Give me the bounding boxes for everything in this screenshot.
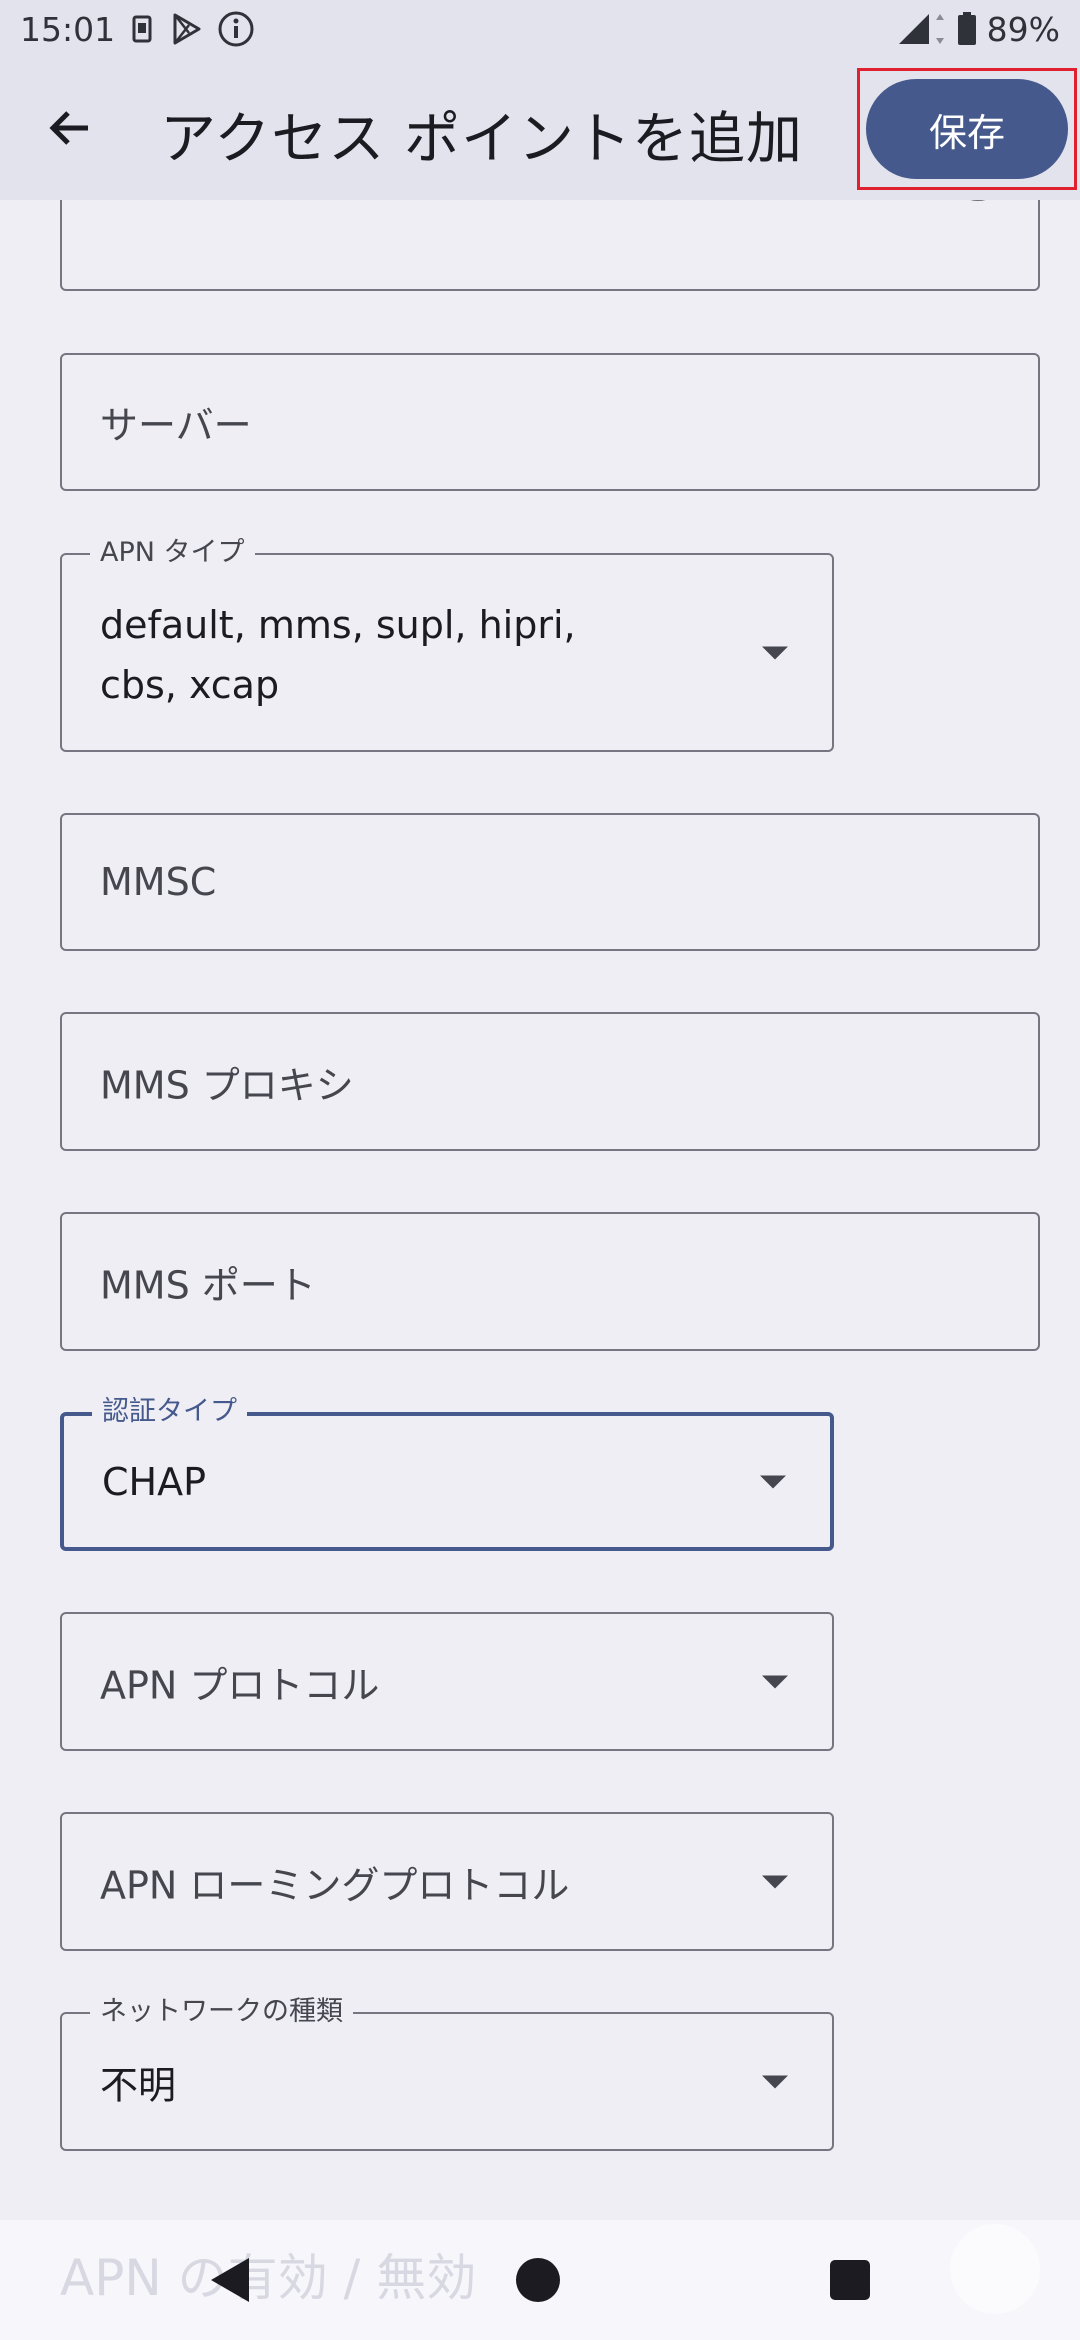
nav-home-button[interactable] — [503, 2245, 573, 2315]
password-field[interactable]: •••• — [60, 200, 1040, 291]
battery-percent: 89% — [986, 9, 1060, 49]
visibility-toggle[interactable] — [948, 200, 1008, 211]
dropdown-arrow-icon — [762, 1875, 788, 1888]
save-highlight-box: 保存 — [857, 68, 1077, 190]
network-type-label: ネットワークの種類 — [90, 1997, 353, 2027]
nav-back-button[interactable] — [195, 2245, 265, 2315]
mms-proxy-field[interactable]: MMS プロキシ — [60, 1012, 1040, 1151]
apn-enable-toggle[interactable] — [950, 2224, 1040, 2314]
apn-type-label: APN タイプ — [90, 538, 255, 568]
apn-roaming-protocol-placeholder: APN ローミングプロトコル — [100, 1863, 570, 1907]
info-icon — [217, 10, 255, 48]
battery-icon — [957, 12, 977, 46]
apn-enable-label: APN の有効 / 無効 — [60, 2249, 477, 2307]
status-time: 15:01 — [20, 9, 116, 49]
apn-protocol-placeholder: APN プロトコル — [100, 1663, 380, 1707]
mms-port-field[interactable]: MMS ポート — [60, 1212, 1040, 1351]
apn-protocol-dropdown[interactable]: APN プロトコル — [60, 1612, 834, 1751]
server-placeholder: サーバー — [100, 403, 252, 448]
mms-port-placeholder: MMS ポート — [100, 1263, 316, 1307]
eye-icon — [971, 200, 985, 201]
auth-type-dropdown[interactable]: 認証タイプ CHAP — [60, 1397, 834, 1551]
sim-icon — [129, 14, 155, 44]
password-value: •••• — [100, 200, 198, 208]
dropdown-arrow-icon — [762, 646, 788, 659]
auth-type-value: CHAP — [102, 1459, 207, 1504]
apn-form: •••• サーバー APN タイプ default, mms, supl, hi… — [0, 200, 1080, 2220]
arrow-back-icon — [49, 111, 88, 145]
app-bar: アクセス ポイントを追加 保存 — [0, 58, 1080, 200]
server-field[interactable]: サーバー — [60, 353, 1040, 491]
apn-roaming-protocol-dropdown[interactable]: APN ローミングプロトコル — [60, 1812, 834, 1951]
nav-recents-icon — [830, 2260, 870, 2300]
dropdown-arrow-icon — [762, 1675, 788, 1688]
mms-proxy-placeholder: MMS プロキシ — [100, 1063, 354, 1107]
dropdown-arrow-icon — [762, 2075, 788, 2088]
auth-type-label: 認証タイプ — [92, 1397, 247, 1427]
nav-back-icon — [211, 2258, 249, 2302]
signal-icon — [897, 12, 947, 46]
nav-recents-button[interactable] — [815, 2245, 885, 2315]
network-type-dropdown[interactable]: ネットワークの種類 不明 — [60, 1997, 834, 2151]
mmsc-placeholder: MMSC — [100, 860, 217, 904]
back-button[interactable] — [40, 98, 100, 158]
system-nav-bar: APN の有効 / 無効 — [0, 2220, 1080, 2340]
apn-type-value: default, mms, supl, hipri, cbs, xcap — [100, 603, 576, 707]
mmsc-field[interactable]: MMSC — [60, 813, 1040, 951]
network-type-value: 不明 — [100, 2063, 177, 2107]
dropdown-arrow-icon — [760, 1475, 786, 1488]
play-store-icon — [169, 12, 203, 46]
save-button[interactable]: 保存 — [866, 79, 1068, 179]
status-bar: 15:01 89% — [0, 0, 1080, 58]
page-title: アクセス ポイントを追加 — [160, 107, 804, 172]
nav-home-icon — [516, 2258, 560, 2302]
apn-type-dropdown[interactable]: APN タイプ default, mms, supl, hipri, cbs, … — [60, 538, 834, 752]
